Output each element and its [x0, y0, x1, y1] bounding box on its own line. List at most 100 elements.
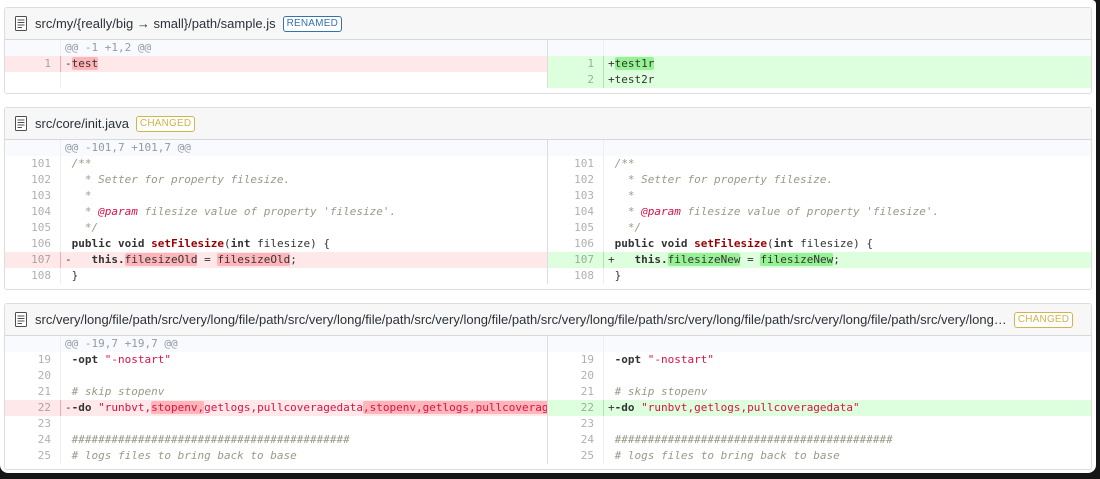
diff-row-right: 103 * — [548, 188, 1091, 204]
line-number: 108 — [5, 268, 61, 284]
diff-pane-left[interactable]: @@ -19,7 +19,7 @@ 19 -opt "-nostart" 20 21 … — [5, 336, 548, 464]
code-segment: ; — [833, 253, 840, 266]
code-segment: ,stopenv,getlogs,pullcoveragedata" — [363, 401, 547, 414]
line-number: 104 — [548, 204, 604, 220]
file-name: src/my/{really/big → small}/path/sample.… — [35, 16, 276, 31]
code-line: ########################################… — [604, 432, 1091, 448]
code-segment: * — [65, 205, 99, 218]
line-number: 106 — [548, 236, 604, 252]
diff-pane-right[interactable]: 101 /** 102 * Setter for property filesiz… — [548, 140, 1091, 284]
code-segment: ( — [223, 237, 231, 250]
code-segment: int — [773, 237, 794, 250]
diff-pane-right[interactable]: 1 +test1r 2 +test2r — [548, 40, 1091, 88]
diff-row-left: 102 * Setter for property filesize. — [5, 172, 547, 188]
code-segment: * — [608, 189, 635, 202]
diff-row-right: 19 -opt "-nostart" — [548, 352, 1091, 368]
line-number: 19 — [548, 352, 604, 368]
code-line: --do "runbvt,stopenv,getlogs,pullcoverag… — [61, 400, 547, 416]
code-line: * Setter for property filesize. — [61, 172, 547, 188]
file-icon — [15, 16, 27, 31]
code-segment: + — [608, 57, 615, 70]
line-number: 2 — [548, 72, 604, 88]
diff-pane-left[interactable]: @@ -1 +1,2 @@ 1 -test — [5, 40, 548, 88]
code-segment: - — [65, 253, 72, 266]
line-number: 23 — [548, 416, 604, 432]
code-line: */ — [604, 220, 1091, 236]
hunk-header — [604, 40, 1091, 56]
code-line: * — [61, 188, 547, 204]
diff-pane-right[interactable]: 19 -opt "-nostart" 20 21 # skip stopenv 22 +… — [548, 336, 1091, 464]
hunk-header — [604, 336, 1091, 352]
code-line: +-do "runbvt,getlogs,pullcoveragedata" — [604, 400, 1091, 416]
file-header: src/core/init.java CHANGED — [5, 108, 1091, 140]
line-number: 25 — [5, 448, 61, 464]
code-segment: -do — [71, 401, 92, 414]
code-line: public void setFilesize(int filesize) { — [604, 236, 1091, 252]
line-number: 102 — [548, 172, 604, 188]
diff-row-right: 107 + this.filesizeNew = filesizeNew; — [548, 252, 1091, 268]
diff-row-left: 20 — [5, 368, 547, 384]
diff-row-right: 108 } — [548, 268, 1091, 284]
code-line: } — [604, 268, 1091, 284]
diff-row-right: 2 +test2r — [548, 72, 1091, 88]
file-diff-panel: src/core/init.java CHANGED @@ -101,7 +101,… — [4, 107, 1092, 290]
diff-row-left: 23 — [5, 416, 547, 432]
code-line: +test1r — [604, 56, 1091, 72]
code-segment: -do — [614, 401, 635, 414]
diff-row-right: 106 public void setFilesize(int filesize… — [548, 236, 1091, 252]
diff-row-left: 25 # logs files to bring back to base — [5, 448, 547, 464]
line-number: 102 — [5, 172, 61, 188]
diff-row-right: 101 /** — [548, 156, 1091, 172]
code-line: # skip stopenv — [61, 384, 547, 400]
diff-row-left: 103 * — [5, 188, 547, 204]
code-segment: = — [197, 253, 218, 266]
code-segment: @param — [98, 205, 138, 218]
diff-pane-left[interactable]: @@ -101,7 +101,7 @@ 101 /** 102 * Setter f… — [5, 140, 548, 284]
hunk-header: @@ -1 +1,2 @@ — [61, 40, 547, 56]
code-line — [61, 72, 547, 88]
code-segment: # skip stopenv — [65, 385, 165, 398]
code-segment: ( — [766, 237, 774, 250]
line-number: 24 — [5, 432, 61, 448]
code-line: -opt "-nostart" — [604, 352, 1091, 368]
file-diff-panel: src/my/{really/big → small}/path/sample.… — [4, 7, 1092, 94]
code-line: ########################################… — [61, 432, 547, 448]
file-header: src/very/long/file/path/src/very/long/fi… — [5, 304, 1091, 336]
code-segment: - — [65, 401, 72, 414]
line-number: 1 — [5, 56, 61, 72]
code-segment: = — [740, 253, 761, 266]
line-number: 104 — [5, 204, 61, 220]
hunk-header-gutter — [5, 336, 61, 352]
diff-row-left: 104 * @param filesize value of property … — [5, 204, 547, 220]
code-segment: stopenv, — [151, 401, 205, 414]
code-segment: public void — [71, 237, 152, 250]
code-segment: -opt — [614, 353, 642, 366]
code-line — [61, 368, 547, 384]
line-number: 101 — [548, 156, 604, 172]
code-segment: filesizeNew — [760, 253, 834, 266]
file-icon — [15, 312, 27, 327]
hunk-header-row — [548, 40, 1091, 56]
code-segment: this. — [634, 253, 668, 266]
code-line: */ — [61, 220, 547, 236]
code-segment: ; — [290, 253, 297, 266]
diff-row-left: 106 public void setFilesize(int filesize… — [5, 236, 547, 252]
diff-file-list: src/my/{really/big → small}/path/sample.… — [0, 0, 1096, 473]
diff-row-left: 105 */ — [5, 220, 547, 236]
diff-row-left: 21 # skip stopenv — [5, 384, 547, 400]
code-segment: filesizeOld — [124, 253, 198, 266]
code-line: * Setter for property filesize. — [604, 172, 1091, 188]
file-name: src/very/long/file/path/src/very/long/fi… — [35, 312, 1007, 327]
hunk-header-gutter — [5, 140, 61, 156]
hunk-header-row — [548, 140, 1091, 156]
diff-row-right: 25 # logs files to bring back to base — [548, 448, 1091, 464]
screenshot-frame: src/my/{really/big → small}/path/sample.… — [0, 0, 1100, 479]
file-header: src/my/{really/big → small}/path/sample.… — [5, 8, 1091, 40]
code-segment: @param — [641, 205, 681, 218]
code-segment: } — [608, 269, 622, 282]
code-line: * — [604, 188, 1091, 204]
code-line: /** — [604, 156, 1091, 172]
status-badge: CHANGED — [1013, 311, 1074, 328]
